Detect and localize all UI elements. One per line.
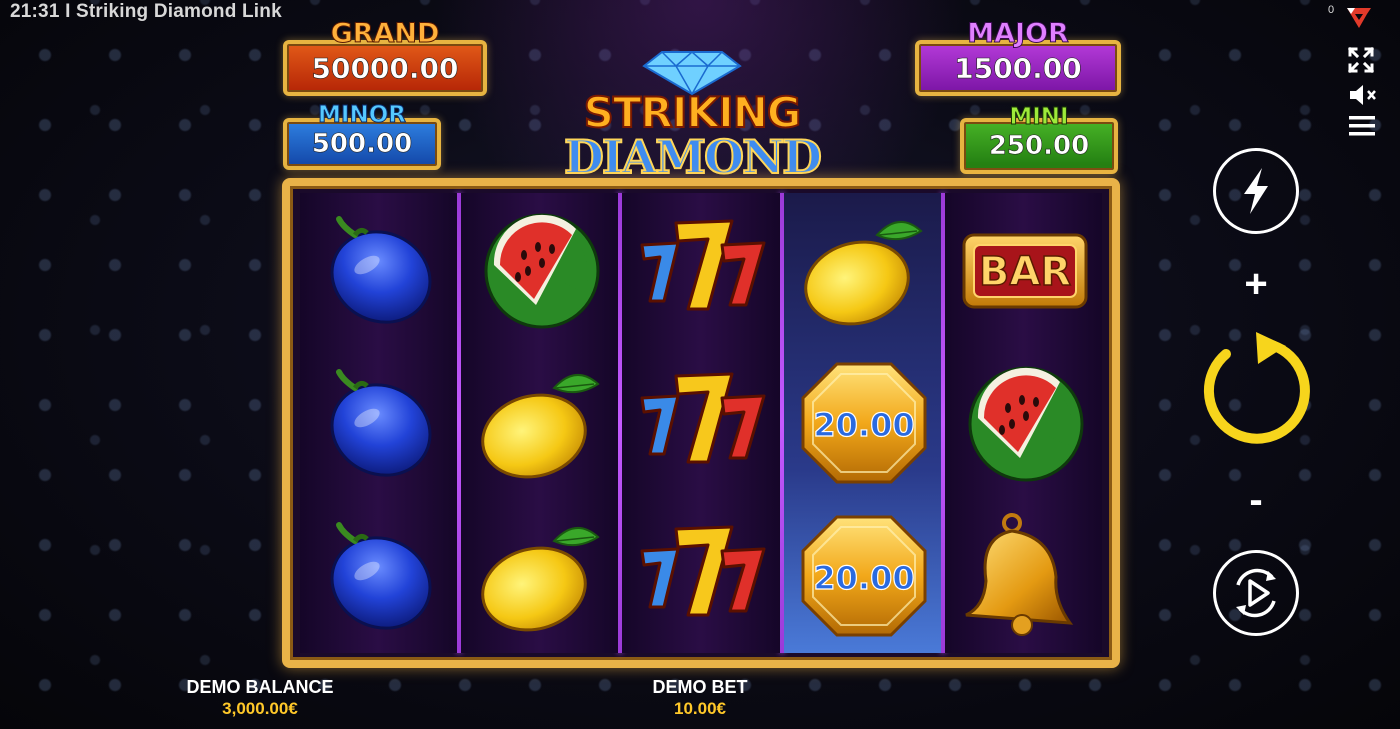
brand-logo-icon xyxy=(1347,8,1371,28)
menu-icon[interactable] xyxy=(1348,114,1376,138)
coin-value: 20.00 xyxy=(813,559,914,597)
reels-grid: 20.00 20.00 BAR xyxy=(300,193,1105,653)
bar-symbol-label: BAR xyxy=(979,249,1071,295)
reel-4: 20.00 20.00 xyxy=(783,193,944,653)
fullscreen-icon[interactable] xyxy=(1347,46,1375,74)
autoplay-button[interactable] xyxy=(1213,550,1299,636)
window-title: 21:31 I Striking Diamond Link xyxy=(10,1,282,22)
decrease-bet-button[interactable]: - xyxy=(1236,480,1276,520)
lemon-symbol xyxy=(461,500,621,653)
jackpot-major: 1500.00 MAJOR xyxy=(915,18,1121,100)
watermelon-symbol xyxy=(945,346,1105,499)
plum-symbol xyxy=(300,346,460,499)
spin-icon xyxy=(1203,332,1310,444)
jackpot-minor-label: MINOR xyxy=(318,102,407,129)
coin-value: 20.00 xyxy=(813,406,914,444)
jackpot-grand-label: GRAND xyxy=(330,18,440,50)
increase-bet-button[interactable]: + xyxy=(1236,264,1276,304)
game-logo: STRIKING DIAMOND LINK xyxy=(512,48,872,239)
bar-symbol: BAR xyxy=(945,193,1105,346)
spin-button[interactable] xyxy=(1196,328,1316,448)
seven-symbol xyxy=(622,346,782,499)
reel-1 xyxy=(300,193,460,653)
coin-symbol: 20.00 xyxy=(784,346,944,499)
bet-value: 10.00€ xyxy=(674,699,726,718)
mute-icon[interactable] xyxy=(1348,82,1378,108)
balance-label: DEMO BALANCE xyxy=(186,677,334,697)
plum-symbol xyxy=(300,500,460,653)
lemon-symbol xyxy=(461,346,621,499)
jackpot-mini-label: MINI xyxy=(1009,104,1069,131)
jackpot-grand: 50000.00 GRAND xyxy=(283,18,487,100)
lightning-icon xyxy=(1244,168,1268,214)
bet-label: DEMO BET xyxy=(652,677,748,697)
coin-symbol: 20.00 xyxy=(784,500,944,653)
autoplay-icon xyxy=(1236,568,1276,618)
reel-2 xyxy=(461,193,621,653)
reel-3 xyxy=(622,193,782,653)
top-counter: 0 xyxy=(1328,4,1335,16)
reel-5: BAR xyxy=(944,193,1105,653)
seven-symbol xyxy=(622,193,782,346)
jackpot-major-label: MAJOR xyxy=(967,18,1070,50)
turbo-button[interactable] xyxy=(1213,148,1299,234)
plum-symbol xyxy=(300,193,460,346)
balance-value: 3,000.00€ xyxy=(222,699,298,718)
jackpot-minor: 500.00 MINOR xyxy=(283,102,441,172)
watermelon-symbol xyxy=(461,193,621,346)
bell-symbol xyxy=(945,500,1105,653)
jackpot-mini: 250.00 MINI xyxy=(960,104,1118,174)
seven-symbol xyxy=(622,500,782,653)
lemon-symbol xyxy=(784,193,944,346)
